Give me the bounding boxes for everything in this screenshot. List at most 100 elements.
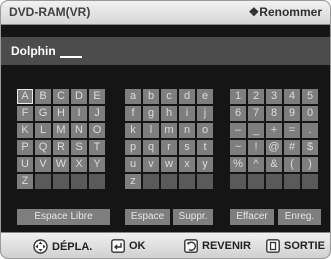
lowercase-key[interactable]: e xyxy=(197,89,213,104)
enter-icon xyxy=(111,239,125,253)
uppercase-key[interactable]: R xyxy=(53,140,69,155)
symbol-key[interactable]: = xyxy=(284,123,300,138)
uppercase-key[interactable]: X xyxy=(71,157,87,172)
lowercase-key[interactable]: z xyxy=(125,174,141,189)
symbol-key[interactable]: 1 xyxy=(230,89,246,104)
lowercase-key[interactable]: n xyxy=(179,123,195,138)
symbol-key[interactable]: 4 xyxy=(284,89,300,104)
symbol-key[interactable]: _ xyxy=(248,123,264,138)
clear-button[interactable]: Effacer xyxy=(230,209,274,225)
uppercase-key[interactable]: B xyxy=(35,89,51,104)
lowercase-key[interactable]: o xyxy=(197,123,213,138)
title-bar: DVD-RAM(VR) ❖Renommer xyxy=(1,1,330,25)
uppercase-key[interactable]: Q xyxy=(35,140,51,155)
uppercase-key[interactable]: F xyxy=(17,106,33,121)
symbol-key[interactable]: ~ xyxy=(230,140,246,155)
uppercase-key[interactable]: C xyxy=(53,89,69,104)
lowercase-key[interactable]: d xyxy=(179,89,195,104)
lowercase-key[interactable]: u xyxy=(125,157,141,172)
symbol-key[interactable]: – xyxy=(230,123,246,138)
symbol-key[interactable]: 2 xyxy=(248,89,264,104)
uppercase-key-empty xyxy=(53,174,69,189)
symbol-key[interactable]: 9 xyxy=(284,106,300,121)
uppercase-key[interactable]: K xyxy=(17,123,33,138)
text-cursor xyxy=(59,45,82,58)
rename-dialog: DVD-RAM(VR) ❖Renommer Dolphin ABCDE FGHIJ… xyxy=(0,0,331,259)
uppercase-key[interactable]: L xyxy=(35,123,51,138)
symbol-key[interactable]: ! xyxy=(248,140,264,155)
save-button[interactable]: Enreg. xyxy=(278,209,321,225)
uppercase-key[interactable]: N xyxy=(71,123,87,138)
symbol-key[interactable]: $ xyxy=(302,140,318,155)
lowercase-key-empty xyxy=(143,174,159,189)
lowercase-key[interactable]: m xyxy=(161,123,177,138)
uppercase-key[interactable]: J xyxy=(89,106,105,121)
space-button[interactable]: Espace xyxy=(125,209,170,225)
lowercase-key[interactable]: j xyxy=(197,106,213,121)
symbol-key[interactable]: 8 xyxy=(266,106,282,121)
lowercase-key[interactable]: k xyxy=(125,123,141,138)
lowercase-key[interactable]: h xyxy=(161,106,177,121)
symbol-key[interactable]: # xyxy=(284,140,300,155)
symbol-key[interactable]: . xyxy=(302,123,318,138)
lowercase-key[interactable]: s xyxy=(179,140,195,155)
name-input-field[interactable]: Dolphin xyxy=(1,37,330,65)
uppercase-key[interactable]: G xyxy=(35,106,51,121)
lowercase-key[interactable]: i xyxy=(179,106,195,121)
uppercase-key[interactable]: M xyxy=(53,123,69,138)
lowercase-key[interactable]: b xyxy=(143,89,159,104)
uppercase-key[interactable]: O xyxy=(89,123,105,138)
symbol-key[interactable]: 0 xyxy=(302,106,318,121)
lowercase-key[interactable]: f xyxy=(125,106,141,121)
move-hint: DÉPLA. xyxy=(33,239,92,254)
symbol-key[interactable]: @ xyxy=(266,140,282,155)
symbol-key[interactable]: 5 xyxy=(302,89,318,104)
lowercase-key[interactable]: t xyxy=(197,140,213,155)
lowercase-key[interactable]: p xyxy=(125,140,141,155)
symbol-key[interactable]: + xyxy=(266,123,282,138)
lowercase-key[interactable]: r xyxy=(161,140,177,155)
uppercase-key[interactable]: S xyxy=(71,140,87,155)
lowercase-key[interactable]: g xyxy=(143,106,159,121)
lowercase-key[interactable]: l xyxy=(143,123,159,138)
button-guide-bar: DÉPLA. OK REVENIR SORTIE xyxy=(1,232,330,258)
back-hint: REVENIR xyxy=(184,239,251,253)
rename-label: ❖Renommer xyxy=(248,5,322,19)
symbol-key[interactable]: ^ xyxy=(248,157,264,172)
lowercase-key-empty xyxy=(197,174,213,189)
uppercase-key[interactable]: E xyxy=(89,89,105,104)
lowercase-key[interactable]: a xyxy=(125,89,141,104)
symbol-key[interactable]: % xyxy=(230,157,246,172)
symbol-key[interactable]: & xyxy=(266,157,282,172)
lowercase-key[interactable]: q xyxy=(143,140,159,155)
lowercase-key[interactable]: v xyxy=(143,157,159,172)
symbol-key[interactable]: ) xyxy=(302,157,318,172)
lowercase-key[interactable]: x xyxy=(179,157,195,172)
symbol-key[interactable]: 7 xyxy=(248,106,264,121)
uppercase-key[interactable]: T xyxy=(89,140,105,155)
uppercase-key[interactable]: P xyxy=(17,140,33,155)
lowercase-key[interactable]: y xyxy=(197,157,213,172)
symbol-key-empty xyxy=(284,174,300,189)
uppercase-key[interactable]: Y xyxy=(89,157,105,172)
ok-hint: OK xyxy=(111,239,146,253)
uppercase-key[interactable]: A xyxy=(17,89,33,104)
uppercase-key[interactable]: U xyxy=(17,157,33,172)
symbol-key[interactable]: 3 xyxy=(266,89,282,104)
uppercase-key[interactable]: V xyxy=(35,157,51,172)
lowercase-key-empty xyxy=(161,174,177,189)
uppercase-key[interactable]: Z xyxy=(17,174,33,189)
delete-button[interactable]: Suppr. xyxy=(173,209,213,225)
lowercase-key[interactable]: w xyxy=(161,157,177,172)
symbol-key[interactable]: 6 xyxy=(230,106,246,121)
uppercase-key[interactable]: H xyxy=(53,106,69,121)
disc-type-title: DVD-RAM(VR) xyxy=(9,5,91,19)
space-free-button[interactable]: Espace Libre xyxy=(17,209,110,225)
symbol-key[interactable]: ( xyxy=(284,157,300,172)
exit-icon xyxy=(266,239,280,253)
uppercase-key[interactable]: W xyxy=(53,157,69,172)
lowercase-key[interactable]: c xyxy=(161,89,177,104)
uppercase-key[interactable]: D xyxy=(71,89,87,104)
uppercase-key-empty xyxy=(71,174,87,189)
uppercase-key[interactable]: I xyxy=(71,106,87,121)
